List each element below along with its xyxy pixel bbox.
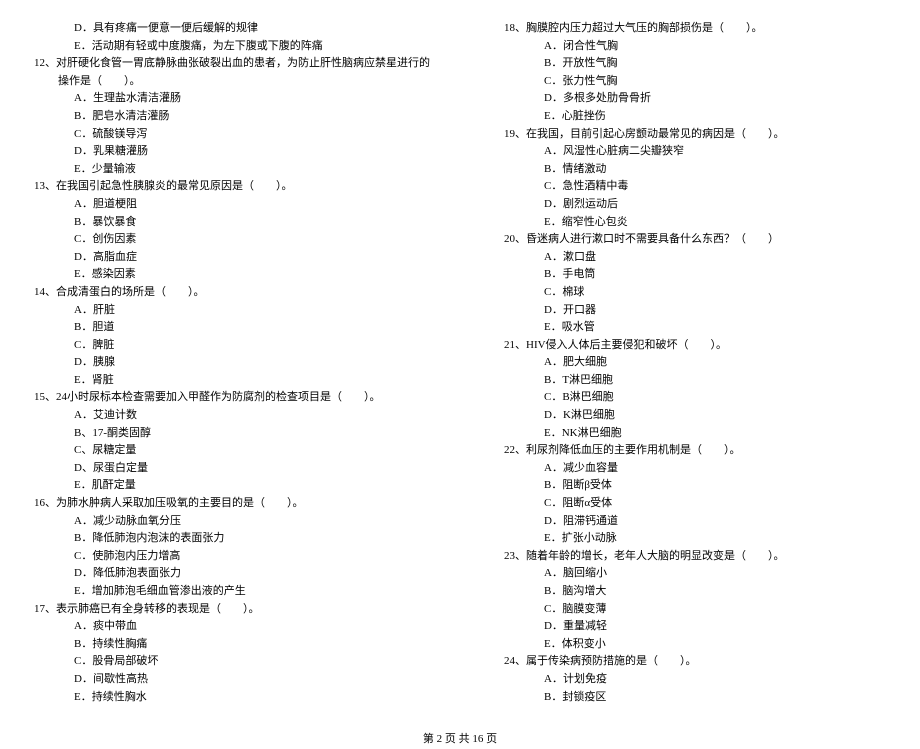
q22-option-e: E．扩张小动脉 [480, 530, 910, 548]
q19-option-e: E．缩窄性心包炎 [480, 214, 910, 232]
right-column: 18、胸膜腔内压力超过大气压的胸部损伤是（ ）。 A．闭合性气胸 B．开放性气胸… [480, 20, 910, 706]
q23-stem: 23、随着年龄的增长，老年人大脑的明显改变是（ ）。 [504, 548, 910, 566]
q21-option-e: E．NK淋巴细胞 [480, 425, 910, 443]
q16-stem: 16、为肺水肿病人采取加压吸氧的主要目的是（ ）。 [34, 495, 440, 513]
q12-option-c: C．硫酸镁导泻 [10, 126, 440, 144]
q16-option-b: B．降低肺泡内泡沫的表面张力 [10, 530, 440, 548]
q23-option-a: A．脑回缩小 [480, 565, 910, 583]
q18-option-e: E．心脏挫伤 [480, 108, 910, 126]
q23-option-c: C．脑膜变薄 [480, 601, 910, 619]
q22-option-c: C．阻断α受体 [480, 495, 910, 513]
q20-option-c: C．棉球 [480, 284, 910, 302]
q18-option-d: D．多根多处肋骨骨折 [480, 90, 910, 108]
q18-option-b: B．开放性气胸 [480, 55, 910, 73]
q14-stem: 14、合成清蛋白的场所是（ ）。 [34, 284, 440, 302]
q12-option-e: E．少量输液 [10, 161, 440, 179]
q17-option-b: B．持续性胸痛 [10, 636, 440, 654]
q15-option-d: D、尿蛋白定量 [10, 460, 440, 478]
q19-option-b: B．情绪激动 [480, 161, 910, 179]
q22-option-b: B．阻断β受体 [480, 477, 910, 495]
q17-stem: 17、表示肺癌已有全身转移的表现是（ ）。 [34, 601, 440, 619]
q18-option-c: C．张力性气胸 [480, 73, 910, 91]
q17-option-a: A．痰中带血 [10, 618, 440, 636]
q19-option-d: D．剧烈运动后 [480, 196, 910, 214]
page-footer: 第 2 页 共 16 页 [10, 731, 910, 749]
q15-option-b: B、17-酮类固醇 [10, 425, 440, 443]
q23-option-b: B．脑沟增大 [480, 583, 910, 601]
q24-option-b: B．封锁疫区 [480, 689, 910, 707]
q20-option-a: A．漱口盘 [480, 249, 910, 267]
q13-option-c: C．创伤因素 [10, 231, 440, 249]
q13-option-d: D．高脂血症 [10, 249, 440, 267]
q12-option-a: A．生理盐水清洁灌肠 [10, 90, 440, 108]
q19-option-a: A．风湿性心脏病二尖瓣狭窄 [480, 143, 910, 161]
q13-option-e: E．感染因素 [10, 266, 440, 284]
q16-option-d: D．降低肺泡表面张力 [10, 565, 440, 583]
q16-option-a: A．减少动脉血氧分压 [10, 513, 440, 531]
q11-option-d: D．具有疼痛一便意一便后缓解的规律 [10, 20, 440, 38]
q23-option-d: D．重量减轻 [480, 618, 910, 636]
q21-stem: 21、HIV侵入人体后主要侵犯和破坏（ ）。 [504, 337, 910, 355]
q23-option-e: E．体积变小 [480, 636, 910, 654]
q13-option-a: A．胆道梗阻 [10, 196, 440, 214]
q18-option-a: A．闭合性气胸 [480, 38, 910, 56]
q12-option-b: B．肥皂水清洁灌肠 [10, 108, 440, 126]
q12-stem: 12、对肝硬化食管一胃底静脉曲张破裂出血的患者，为防止肝性脑病应禁星进行的操作是… [34, 55, 440, 90]
q14-option-a: A．肝脏 [10, 302, 440, 320]
q22-option-a: A．减少血容量 [480, 460, 910, 478]
q19-option-c: C．急性酒精中毒 [480, 178, 910, 196]
q14-option-e: E．肾脏 [10, 372, 440, 390]
q15-option-e: E．肌酐定量 [10, 477, 440, 495]
q17-option-c: C．股骨局部破坏 [10, 653, 440, 671]
q24-stem: 24、属于传染病预防措施的是（ ）。 [504, 653, 910, 671]
q17-option-e: E．持续性胸水 [10, 689, 440, 707]
q14-option-d: D．胰腺 [10, 354, 440, 372]
q15-option-a: A．艾迪计数 [10, 407, 440, 425]
q21-option-b: B．T淋巴细胞 [480, 372, 910, 390]
q16-option-c: C．使肺泡内压力增高 [10, 548, 440, 566]
q14-option-c: C．脾脏 [10, 337, 440, 355]
q20-option-d: D．开口器 [480, 302, 910, 320]
q15-stem: 15、24小时尿标本检查需要加入甲醛作为防腐剂的检查项目是（ ）。 [34, 389, 440, 407]
q20-option-e: E．吸水管 [480, 319, 910, 337]
q21-option-c: C．B淋巴细胞 [480, 389, 910, 407]
q21-option-a: A．肥大细胞 [480, 354, 910, 372]
q22-option-d: D．阻滞钙通道 [480, 513, 910, 531]
q15-option-c: C、尿糖定量 [10, 442, 440, 460]
q18-stem: 18、胸膜腔内压力超过大气压的胸部损伤是（ ）。 [504, 20, 910, 38]
q22-stem: 22、利尿剂降低血压的主要作用机制是（ ）。 [504, 442, 910, 460]
q19-stem: 19、在我国，目前引起心房颤动最常见的病因是（ ）。 [504, 126, 910, 144]
left-column: D．具有疼痛一便意一便后缓解的规律 E．活动期有轻或中度腹痛，为左下腹或下腹的阵… [10, 20, 440, 706]
q21-option-d: D．K淋巴细胞 [480, 407, 910, 425]
q14-option-b: B．胆道 [10, 319, 440, 337]
q13-option-b: B．暴饮暴食 [10, 214, 440, 232]
q16-option-e: E．增加肺泡毛细血管渗出液的产生 [10, 583, 440, 601]
q20-stem: 20、昏迷病人进行漱口时不需要具备什么东西？（ ） [504, 231, 910, 249]
q11-option-e: E．活动期有轻或中度腹痛，为左下腹或下腹的阵痛 [10, 38, 440, 56]
q12-option-d: D．乳果糖灌肠 [10, 143, 440, 161]
q24-option-a: A．计划免疫 [480, 671, 910, 689]
q17-option-d: D．间歇性高热 [10, 671, 440, 689]
q13-stem: 13、在我国引起急性胰腺炎的最常见原因是（ ）。 [34, 178, 440, 196]
q20-option-b: B．手电筒 [480, 266, 910, 284]
